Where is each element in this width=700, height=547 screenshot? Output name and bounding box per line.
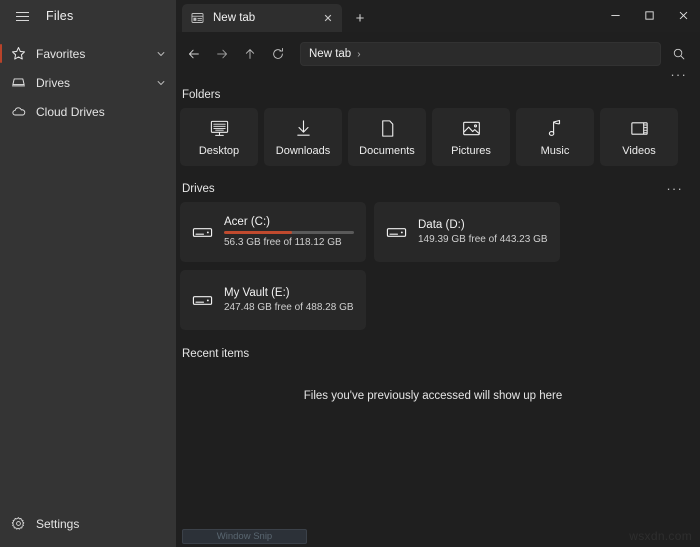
minimize-button[interactable] [598, 0, 632, 30]
drive-usage-fill [224, 231, 292, 234]
drive-card-data-d[interactable]: Data (D:) 149.39 GB free of 443.23 GB [374, 202, 560, 262]
drive-usage-bar [224, 231, 354, 234]
folder-label: Downloads [275, 144, 331, 157]
tab-strip: New tab ✕ + [176, 0, 700, 32]
cloud-icon [10, 103, 27, 120]
window-controls [598, 0, 700, 30]
app-title: Files [46, 9, 74, 23]
drive-usage-text: 56.3 GB free of 118.12 GB [224, 237, 342, 248]
music-note-icon [545, 118, 566, 139]
monitor-icon [209, 118, 230, 139]
chevron-placeholder [154, 105, 168, 119]
gear-icon [10, 515, 27, 532]
chevron-placeholder [154, 517, 168, 531]
drive-info: My Vault (E:) 247.48 GB free of 488.28 G… [224, 287, 354, 313]
back-arrow-icon[interactable] [180, 41, 207, 67]
folder-card-videos[interactable]: Videos [600, 108, 678, 166]
star-icon [10, 45, 27, 62]
folder-card-documents[interactable]: Documents [348, 108, 426, 166]
watermark: wsxdn.com [629, 529, 692, 543]
sidebar-footer: Settings [0, 509, 176, 547]
folder-card-downloads[interactable]: Downloads [264, 108, 342, 166]
breadcrumb-separator: › [357, 48, 361, 60]
up-arrow-icon[interactable] [236, 41, 263, 67]
recent-empty-message: Files you've previously accessed will sh… [303, 390, 563, 402]
sidebar-item-favorites[interactable]: Favorites [0, 39, 176, 68]
forward-arrow-icon[interactable] [208, 41, 235, 67]
tab-icon [191, 12, 205, 25]
active-accent-bar [0, 44, 2, 63]
drive-name: Acer (C:) [224, 216, 270, 228]
image-icon [461, 118, 482, 139]
address-bar[interactable]: New tab › [300, 42, 661, 66]
drive-usage-text: 247.48 GB free of 488.28 GB [224, 302, 354, 313]
drive-usage-text: 149.39 GB free of 443.23 GB [418, 234, 548, 245]
drives-grid: Acer (C:) 56.3 GB free of 118.12 GB Data… [180, 202, 686, 330]
window-snip-overlay[interactable]: Window Snip [182, 528, 307, 544]
sidebar-item-cloud-drives[interactable]: Cloud Drives [0, 97, 176, 126]
maximize-button[interactable] [632, 0, 666, 30]
folder-label: Desktop [198, 144, 240, 157]
recent-section-heading: Recent items [180, 348, 686, 360]
drive-card-acer-c[interactable]: Acer (C:) 56.3 GB free of 118.12 GB [180, 202, 366, 262]
sidebar-item-label: Settings [36, 516, 80, 531]
download-icon [293, 118, 314, 139]
folders-grid: Desktop Downloads Documents Pictures Mus… [180, 108, 686, 166]
drives-section-heading: Drives ··· [180, 182, 686, 195]
folder-label: Videos [622, 144, 656, 157]
chevron-down-icon[interactable] [154, 76, 168, 90]
drive-info: Data (D:) 149.39 GB free of 443.23 GB [418, 219, 548, 245]
status-bar: Window Snip wsxdn.com [176, 525, 700, 547]
recent-heading-label: Recent items [182, 348, 250, 360]
folder-card-music[interactable]: Music [516, 108, 594, 166]
navigation-bar: New tab › [176, 39, 700, 69]
sidebar-item-settings[interactable]: Settings [0, 509, 176, 538]
document-icon [377, 118, 398, 139]
drive-icon [191, 225, 213, 240]
folders-section-heading: Folders [180, 89, 686, 101]
refresh-icon[interactable] [264, 41, 291, 67]
film-icon [629, 118, 650, 139]
sidebar-header: Files [0, 0, 176, 32]
hamburger-icon[interactable] [8, 3, 36, 29]
breadcrumb[interactable]: New tab [309, 48, 351, 60]
drive-name: Data (D:) [418, 219, 465, 231]
main-pane: New tab ✕ + New tab › ··· Folders Deskto… [176, 0, 700, 547]
close-window-button[interactable] [666, 0, 700, 30]
window-snip-label: Window Snip [216, 530, 273, 542]
sidebar-item-label: Favorites [36, 46, 86, 61]
folder-label: Music [540, 144, 570, 157]
content-area: Folders Desktop Downloads Documents Pict… [176, 86, 700, 525]
sidebar-item-drives[interactable]: Drives [0, 68, 176, 97]
sidebar-nav: Favorites Drives Cloud Drives [0, 39, 176, 126]
sidebar: Files Favorites Drives Cloud Drives Sett… [0, 0, 176, 547]
tab-new-tab[interactable]: New tab ✕ [182, 4, 342, 32]
folder-card-pictures[interactable]: Pictures [432, 108, 510, 166]
drive-name: My Vault (E:) [224, 287, 290, 299]
toolbar-overflow-row: ··· [176, 68, 700, 86]
folder-card-desktop[interactable]: Desktop [180, 108, 258, 166]
drives-overflow-button[interactable]: ··· [663, 182, 686, 195]
drive-icon [385, 225, 407, 240]
folder-label: Documents [359, 144, 415, 157]
drive-info: Acer (C:) 56.3 GB free of 118.12 GB [224, 216, 354, 248]
files-app-window: Files Favorites Drives Cloud Drives Sett… [0, 0, 700, 547]
new-tab-button[interactable]: + [347, 5, 373, 31]
folder-label: Pictures [451, 144, 491, 157]
sidebar-item-label: Drives [36, 75, 71, 90]
search-icon[interactable] [666, 41, 692, 67]
toolbar-overflow-button[interactable]: ··· [667, 68, 690, 86]
close-icon[interactable]: ✕ [320, 10, 336, 26]
sidebar-item-label: Cloud Drives [36, 104, 105, 119]
drive-card-my-vault-e[interactable]: My Vault (E:) 247.48 GB free of 488.28 G… [180, 270, 366, 330]
tab-label: New tab [213, 12, 256, 24]
drive-icon [10, 74, 27, 91]
folders-heading-label: Folders [182, 89, 221, 101]
drive-icon [191, 293, 213, 308]
drives-heading-label: Drives [182, 183, 215, 195]
chevron-down-icon[interactable] [154, 47, 168, 61]
